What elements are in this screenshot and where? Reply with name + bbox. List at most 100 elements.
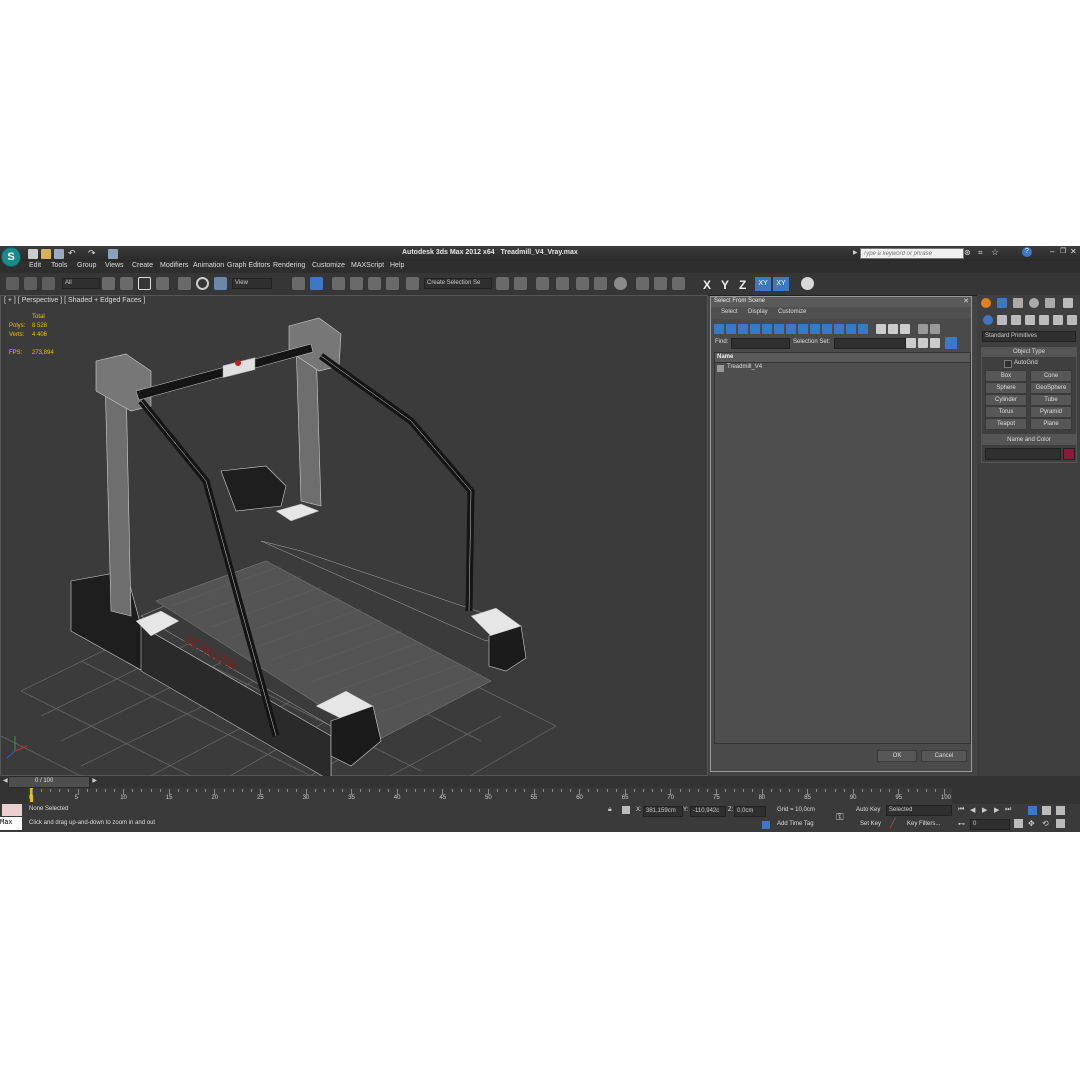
minimize-icon[interactable]: – xyxy=(1050,247,1054,256)
torus-button[interactable]: Torus xyxy=(985,406,1027,418)
dialog-close-icon[interactable]: ✕ xyxy=(963,297,969,305)
rectangular-selection-icon[interactable] xyxy=(138,277,151,290)
dialog-cancel-button[interactable]: Cancel xyxy=(921,750,967,762)
pyramid-button[interactable]: Pyramid xyxy=(1030,406,1072,418)
maximize-viewport-icon[interactable] xyxy=(1056,819,1065,828)
filter-xrefs-icon[interactable] xyxy=(798,324,808,334)
axis-z-button[interactable]: Z xyxy=(739,278,746,292)
favorites-star-icon[interactable]: ☆ xyxy=(991,247,999,258)
add-time-tag[interactable]: Add Time Tag xyxy=(777,821,814,827)
scene-object-list[interactable]: Name Treadmill_V4 xyxy=(714,352,971,744)
dialog-menu-customize[interactable]: Customize xyxy=(778,309,806,315)
zoom-extents-icon[interactable] xyxy=(1056,806,1065,815)
zoom-all-icon[interactable] xyxy=(1042,806,1051,815)
pan-icon[interactable]: ✥ xyxy=(1028,819,1035,828)
selection-lock-icon[interactable]: 🔒︎ xyxy=(608,806,612,814)
select-object-icon[interactable] xyxy=(102,277,115,290)
select-manipulate-icon[interactable] xyxy=(310,277,323,290)
dialog-title-bar[interactable]: Select From Scene ✕ xyxy=(711,297,971,307)
key-mode-dropdown[interactable]: Selected xyxy=(886,805,952,816)
maxscript-mini-listener[interactable]: Max xyxy=(0,817,22,830)
teapot-render-icon[interactable] xyxy=(801,277,814,290)
modify-tab-icon[interactable] xyxy=(997,298,1007,308)
communication-center-icon[interactable]: ⌗ xyxy=(978,248,983,258)
filter-lights-icon[interactable] xyxy=(738,324,748,334)
select-all-icon[interactable] xyxy=(876,324,886,334)
filter-all-icon[interactable] xyxy=(858,324,868,334)
align-icon[interactable] xyxy=(514,277,527,290)
auto-key-button[interactable]: Auto Key xyxy=(856,807,880,813)
absolute-mode-icon[interactable] xyxy=(622,806,630,814)
edit-named-selection-icon[interactable] xyxy=(406,277,419,290)
name-column-header[interactable]: Name xyxy=(715,353,970,363)
filter-geometry-icon[interactable] xyxy=(714,324,724,334)
menu-maxscript[interactable]: MAXScript xyxy=(351,262,384,269)
render-production-icon[interactable] xyxy=(672,277,685,290)
angle-snap-icon[interactable] xyxy=(350,277,363,290)
systems-category-icon[interactable] xyxy=(1067,315,1077,325)
zoom-viewport-icon[interactable] xyxy=(1028,806,1037,815)
reference-coordinate-dropdown[interactable]: View xyxy=(232,278,272,289)
dialog-ok-button[interactable]: OK xyxy=(877,750,917,762)
named-selection-set-dropdown[interactable]: Create Selection Se xyxy=(424,278,492,289)
name-color-header[interactable]: Name and Color xyxy=(982,436,1076,445)
dropdown-arrow-icon[interactable]: ▶ xyxy=(853,249,858,256)
create-tab-icon[interactable] xyxy=(981,298,991,308)
menu-edit[interactable]: Edit xyxy=(29,262,41,269)
unlink-icon[interactable] xyxy=(24,277,37,290)
box-button[interactable]: Box xyxy=(985,370,1027,382)
menu-tools[interactable]: Tools xyxy=(51,262,67,269)
teapot-button[interactable]: Teapot xyxy=(985,418,1027,430)
material-editor-icon[interactable] xyxy=(614,277,627,290)
help-search-input[interactable] xyxy=(860,248,964,259)
previous-frame-icon[interactable]: ◀ xyxy=(970,806,975,814)
window-crossing-icon[interactable] xyxy=(156,277,169,290)
y-coord-field[interactable]: -110,942c xyxy=(690,806,726,817)
z-coord-field[interactable]: 0,0cm xyxy=(734,806,766,817)
percent-snap-icon[interactable] xyxy=(368,277,381,290)
snaps-toggle-icon[interactable] xyxy=(332,277,345,290)
utilities-tab-icon[interactable] xyxy=(1063,298,1073,308)
treadmill-model[interactable]: SCHILLER xyxy=(1,296,709,777)
scale-icon[interactable] xyxy=(214,277,227,290)
helpers-category-icon[interactable] xyxy=(1039,315,1049,325)
menu-group[interactable]: Group xyxy=(77,262,96,269)
menu-modifiers[interactable]: Modifiers xyxy=(160,262,188,269)
cameras-category-icon[interactable] xyxy=(1025,315,1035,325)
select-by-name-icon[interactable] xyxy=(120,277,133,290)
render-setup-icon[interactable] xyxy=(636,277,649,290)
selection-set-icon-3[interactable] xyxy=(930,338,940,348)
pivot-point-icon[interactable] xyxy=(292,277,305,290)
filter-frozen-icon[interactable] xyxy=(834,324,844,334)
time-config-icon[interactable] xyxy=(1014,819,1023,828)
filter-helpers-icon[interactable] xyxy=(762,324,772,334)
maxscript-listener-swatch[interactable] xyxy=(2,804,22,816)
bind-space-warp-icon[interactable] xyxy=(42,277,55,290)
go-to-end-icon[interactable]: ⏭ xyxy=(1005,806,1011,814)
next-frame-button-icon[interactable]: ▶ xyxy=(994,806,999,814)
key-filters-button[interactable]: Key Filters... xyxy=(907,821,940,827)
menu-views[interactable]: Views xyxy=(105,262,124,269)
perspective-viewport[interactable]: [ + ] [ Perspective ] [ Shaded + Edged F… xyxy=(0,295,709,777)
x-coord-field[interactable]: 381,159cm xyxy=(643,806,683,817)
cylinder-button[interactable]: Cylinder xyxy=(985,394,1027,406)
lights-category-icon[interactable] xyxy=(1011,315,1021,325)
orbit-icon[interactable]: ⟲ xyxy=(1042,819,1049,828)
schematic-view-icon[interactable] xyxy=(594,277,607,290)
filter-spacewarps-icon[interactable] xyxy=(774,324,784,334)
shapes-category-icon[interactable] xyxy=(997,315,1007,325)
spinner-snap-icon[interactable] xyxy=(386,277,399,290)
autogrid-checkbox[interactable] xyxy=(1004,360,1012,368)
project-folder-icon[interactable] xyxy=(108,249,118,259)
new-file-icon[interactable] xyxy=(28,249,38,259)
help-icon[interactable]: ? xyxy=(1022,247,1032,257)
open-file-icon[interactable] xyxy=(41,249,51,259)
save-file-icon[interactable] xyxy=(54,249,64,259)
filter-funnel-icon[interactable] xyxy=(918,324,928,334)
time-tag-icon[interactable] xyxy=(762,821,770,829)
display-tab-icon[interactable] xyxy=(1045,298,1055,308)
set-key-icon[interactable]: ⚿ xyxy=(836,812,844,823)
menu-animation[interactable]: Animation xyxy=(193,262,224,269)
menu-graph-editors[interactable]: Graph Editors xyxy=(227,262,270,269)
binoculars-icon[interactable]: ⊛ xyxy=(964,248,971,257)
